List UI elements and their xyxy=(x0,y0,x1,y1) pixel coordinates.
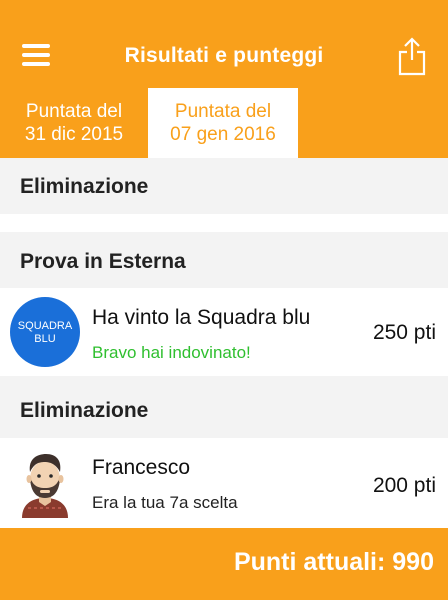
section-header-eliminazione: Eliminazione xyxy=(0,376,448,438)
result-subtitle: Era la tua 7a scelta xyxy=(92,493,238,512)
tab-episode-31-dic-2015[interactable]: Puntata del 31 dic 2015 xyxy=(0,88,148,158)
empty-section-row xyxy=(0,214,448,232)
tab-label-line1: Puntata del xyxy=(174,101,272,122)
result-subtitle: Bravo hai indovinato! xyxy=(92,343,251,362)
result-points: 250 pti xyxy=(372,321,436,344)
tab-label-line2: 31 dic 2015 xyxy=(24,124,124,145)
result-title: Francesco xyxy=(92,456,191,479)
app-header: Risultati e punteggi xyxy=(0,0,448,88)
tab-label-line1: Puntata del xyxy=(25,101,123,122)
tab-label-line2: 07 gen 2016 xyxy=(170,124,276,145)
current-score: Punti attuali: 990 xyxy=(233,548,434,576)
bearded-man-avatar-icon xyxy=(10,448,80,518)
share-icon[interactable] xyxy=(398,36,426,76)
squadra-blu-badge: SQUADRA BLU xyxy=(10,297,80,367)
result-points: 200 pti xyxy=(372,474,436,497)
badge-line2: BLU xyxy=(34,333,56,345)
section-header-eliminazione: Eliminazione xyxy=(0,158,448,214)
tab-episode-07-gen-2016[interactable]: Puntata del 07 gen 2016 xyxy=(148,88,298,158)
badge-line1: SQUADRA xyxy=(17,320,73,332)
result-title: Ha vinto la Squadra blu xyxy=(92,306,311,329)
score-footer: Punti attuali: 990 xyxy=(0,528,448,600)
result-row-squadra-blu[interactable]: SQUADRA BLU Ha vinto la Squadra blu Brav… xyxy=(0,288,448,376)
page-title: Risultati e punteggi xyxy=(124,44,324,67)
episode-tabs: Puntata del 31 dic 2015 Puntata del 07 g… xyxy=(0,88,448,158)
result-row-francesco[interactable]: Francesco Era la tua 7a scelta 200 pti xyxy=(0,438,448,528)
section-header-prova-in-esterna: Prova in Esterna xyxy=(0,232,448,288)
